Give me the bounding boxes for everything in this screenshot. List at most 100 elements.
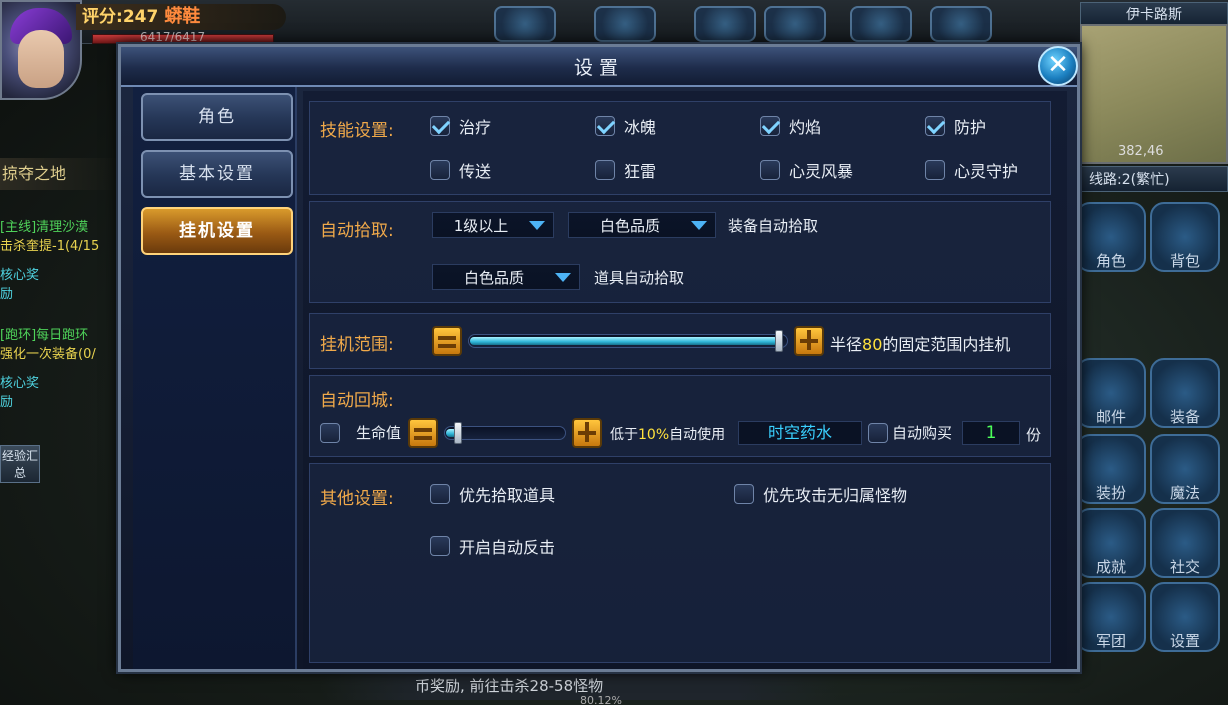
range-increase-button[interactable]: [794, 326, 824, 356]
checkbox-icon: [595, 160, 615, 180]
close-x-icon[interactable]: ✕: [1038, 46, 1078, 86]
auto-buy-checkbox[interactable]: 自动购买: [868, 422, 952, 443]
side-button-mail-label: 邮件: [1095, 408, 1126, 426]
quest-main-desc: 击杀奎提-1(4/15: [0, 239, 100, 254]
other-settings-label: 其他设置:: [320, 489, 394, 509]
quest-daily[interactable]: [跑环]每日跑环 强化一次装备(0/: [0, 324, 120, 362]
side-button-achievement[interactable]: 成就: [1076, 508, 1146, 578]
side-button-magic-label: 魔法: [1169, 484, 1200, 502]
skill-guard-checkbox[interactable]: 防护: [925, 114, 986, 138]
side-button-settings[interactable]: 设置: [1150, 582, 1220, 652]
pickup-level-dropdown[interactable]: 1级以上: [432, 212, 554, 238]
skill-flame-checkbox[interactable]: 灼焰: [760, 114, 821, 138]
equip-quality-value: 白色品质: [599, 216, 660, 235]
top-icon-6[interactable]: [930, 6, 992, 42]
side-button-equip[interactable]: 装备: [1150, 358, 1220, 428]
skill-thunder-checkbox[interactable]: 狂雷: [595, 158, 656, 182]
skill-mind-storm-label: 心灵风暴: [789, 162, 854, 181]
hp-increase-button[interactable]: [572, 418, 602, 448]
quest-main-reward: 核心奖励: [0, 268, 40, 302]
side-button-equip-label: 装备: [1169, 408, 1200, 426]
score-label: 评分:: [82, 7, 123, 27]
skill-flame-label: 灼焰: [789, 118, 822, 137]
map-title: 伊卡路斯: [1080, 2, 1228, 26]
skill-teleport-label: 传送: [459, 162, 492, 181]
top-icon-5[interactable]: [850, 6, 912, 42]
hp-threshold-slider[interactable]: [444, 422, 566, 444]
low-suffix: 自动使用: [669, 427, 726, 443]
quest-main[interactable]: [主线]清理沙漠 击杀奎提-1(4/15: [0, 216, 120, 254]
top-icon-4[interactable]: [764, 6, 826, 42]
auto-counterattack-label: 开启自动反击: [459, 538, 556, 557]
skill-heal-checkbox[interactable]: 治疗: [430, 114, 491, 138]
idle-range-label: 挂机范围:: [320, 335, 394, 355]
checkbox-icon: [734, 484, 754, 504]
checkbox-icon: [760, 160, 780, 180]
line-selector[interactable]: 线路:2(繁忙): [1080, 166, 1228, 192]
checkbox-icon: [430, 536, 450, 556]
equip-quality-dropdown[interactable]: 白色品质: [568, 212, 716, 238]
skill-mind-guard-label: 心灵守护: [954, 162, 1019, 181]
checkbox-icon: [430, 160, 450, 180]
item-quality-value: 白色品质: [463, 268, 524, 287]
top-icon-3[interactable]: [694, 6, 756, 42]
hp-decrease-button[interactable]: [408, 418, 438, 448]
side-button-bag[interactable]: 背包: [1150, 202, 1220, 272]
checkbox-icon: [430, 116, 450, 136]
skill-ice-label: 冰魄: [624, 118, 657, 137]
side-button-achievement-label: 成就: [1095, 558, 1126, 576]
range-value: 80: [862, 335, 883, 354]
item-quality-dropdown[interactable]: 白色品质: [432, 264, 580, 290]
skill-mind-guard-checkbox[interactable]: 心灵守护: [925, 158, 1018, 182]
checkbox-icon: [320, 422, 340, 443]
auto-counterattack-checkbox[interactable]: 开启自动反击: [430, 534, 555, 558]
tab-role[interactable]: 角色: [141, 93, 293, 141]
skill-heal-label: 治疗: [459, 118, 492, 137]
chevron-down-icon: [555, 272, 571, 282]
prefer-unowned-monster-checkbox[interactable]: 优先攻击无归属怪物: [734, 482, 907, 506]
top-icon-1[interactable]: [494, 6, 556, 42]
quest-daily-title: [跑环]每日跑环: [0, 328, 89, 343]
minimap[interactable]: [1080, 24, 1228, 164]
side-button-legion[interactable]: 军团: [1076, 582, 1146, 652]
quest-daily-desc: 强化一次装备(0/: [0, 347, 96, 362]
skill-mind-storm-checkbox[interactable]: 心灵风暴: [760, 158, 853, 182]
checkbox-icon: [595, 116, 615, 136]
potion-select[interactable]: 时空药水: [738, 421, 862, 445]
exp-percent: 80.12%: [580, 694, 622, 705]
settings-dialog: 设置 角色 基本设置 挂机设置 技能设置: 治疗 冰魄 灼焰 防护 传送 狂雷 …: [118, 44, 1080, 672]
chevron-down-icon: [691, 220, 707, 230]
side-button-magic[interactable]: 魔法: [1150, 434, 1220, 504]
skill-thunder-label: 狂雷: [624, 162, 657, 181]
top-icon-2[interactable]: [594, 6, 656, 42]
quantity-input[interactable]: 1: [962, 421, 1020, 445]
section-idle-range: 挂机范围: 半径80的固定范围内挂机: [309, 313, 1051, 369]
score-value: 247: [122, 7, 159, 27]
side-button-mail[interactable]: 邮件: [1076, 358, 1146, 428]
side-button-role[interactable]: 角色: [1076, 202, 1146, 272]
pickup-level-value: 1级以上: [453, 216, 509, 235]
section-auto-return: 自动回城: 生命值 低于10%自动使用 时空药水 自动购买 1 份: [309, 375, 1051, 457]
skill-ice-checkbox[interactable]: 冰魄: [595, 114, 656, 138]
auto-return-label: 自动回城:: [320, 391, 394, 411]
skill-teleport-checkbox[interactable]: 传送: [430, 158, 491, 182]
checkbox-icon: [430, 484, 450, 504]
prefer-pickup-checkbox[interactable]: 优先拾取道具: [430, 482, 555, 506]
range-description: 半径80的固定范围内挂机: [830, 331, 1010, 355]
side-button-social[interactable]: 社交: [1150, 508, 1220, 578]
tab-idle-settings[interactable]: 挂机设置: [141, 207, 293, 255]
hp-return-checkbox[interactable]: 生命值: [320, 422, 401, 443]
range-slider-knob[interactable]: [775, 330, 783, 352]
side-button-outfit[interactable]: 装扮: [1076, 434, 1146, 504]
hp-slider-knob[interactable]: [454, 422, 462, 444]
plus-icon-bar: [585, 422, 589, 442]
quest-main-title: [主线]清理沙漠: [0, 220, 89, 235]
range-slider[interactable]: [468, 330, 788, 352]
player-avatar[interactable]: [0, 0, 82, 100]
exp-summary-button[interactable]: 经验汇总: [0, 445, 40, 483]
tab-basic-settings[interactable]: 基本设置: [141, 150, 293, 198]
range-suffix: 的固定范围内挂机: [882, 335, 1011, 354]
low-prefix: 低于: [610, 427, 638, 443]
range-decrease-button[interactable]: [432, 326, 462, 356]
minus-icon: [414, 428, 432, 432]
